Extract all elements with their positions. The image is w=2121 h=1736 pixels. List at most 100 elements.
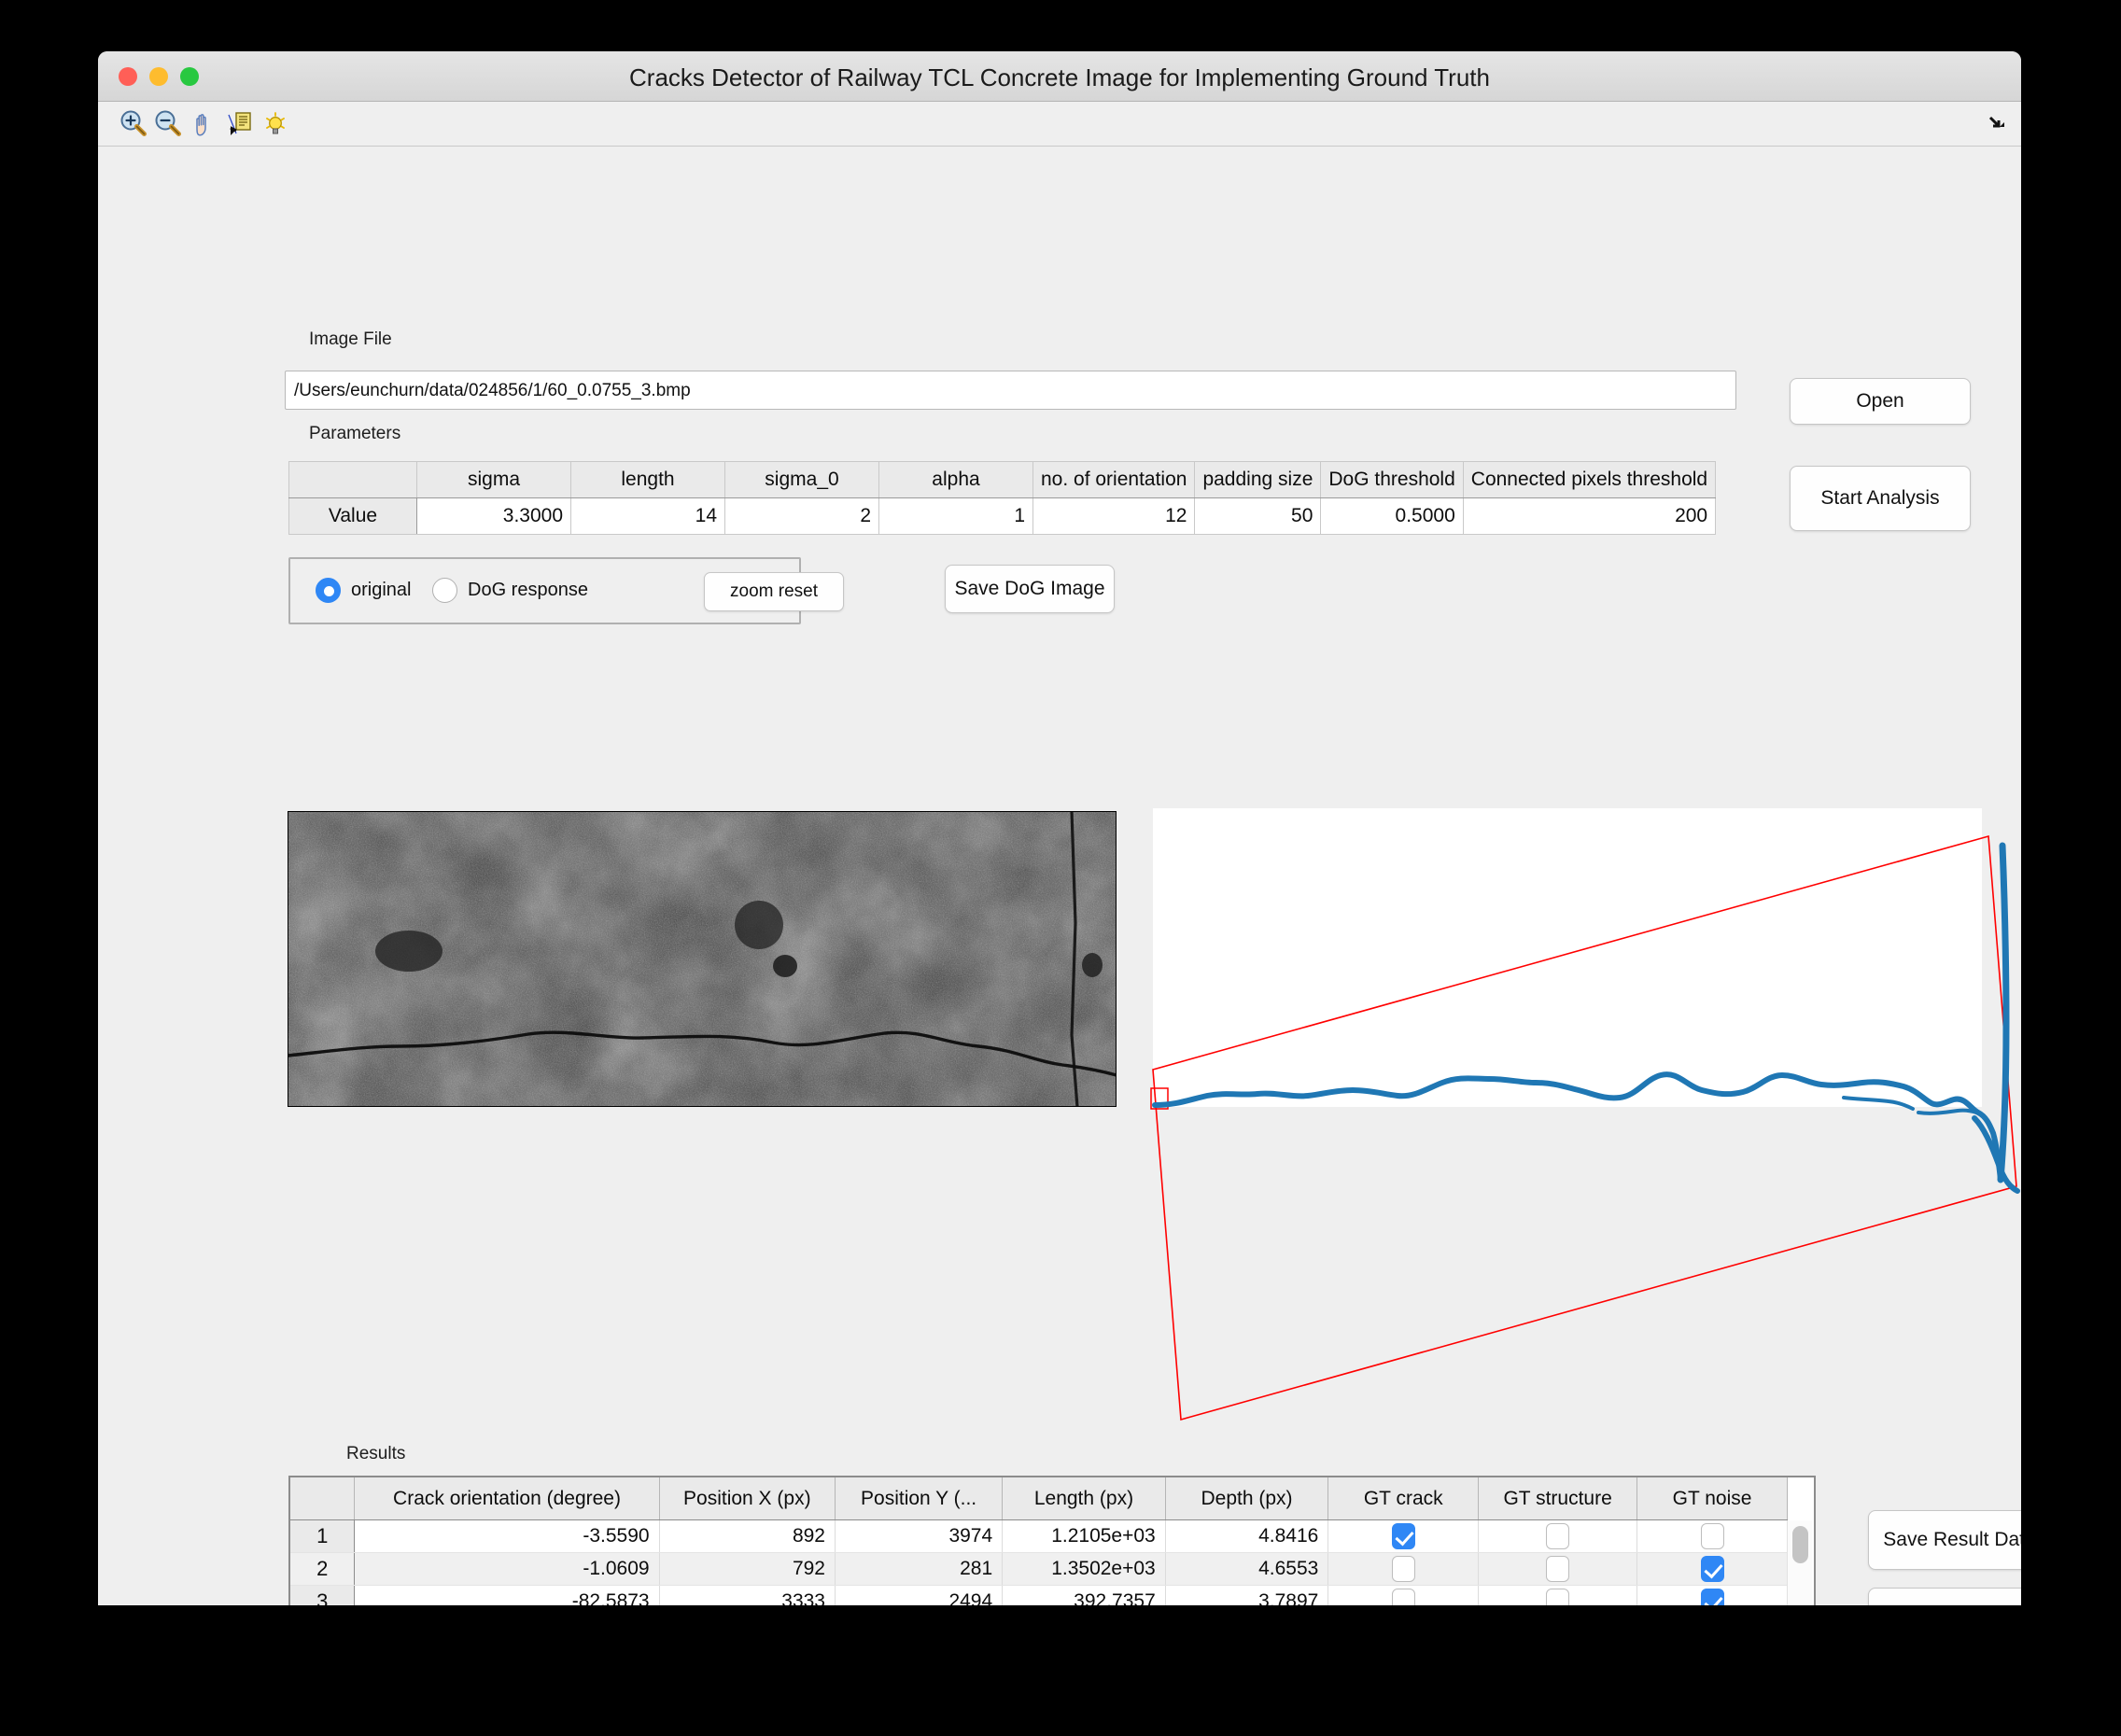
results-label: Results [346,1444,406,1463]
cell-gt-noise[interactable] [1636,1519,1788,1553]
parameters-col-padding[interactable]: padding size [1194,461,1322,498]
parameters-value-sigma[interactable]: 3.3000 [416,497,571,535]
results-col-gt-structure[interactable]: GT structure [1478,1477,1638,1520]
cell-depth[interactable]: 3.7897 [1165,1585,1329,1605]
cell-length[interactable]: 392.7357 [1002,1585,1166,1605]
parameters-value-padding[interactable]: 50 [1194,497,1322,535]
zoom-in-icon[interactable] [117,107,150,141]
window-title: Cracks Detector of Railway TCL Concrete … [629,63,1490,91]
cell-gt-noise[interactable] [1636,1585,1788,1605]
results-col-length[interactable]: Length (px) [1002,1477,1166,1520]
cell-length[interactable]: 1.2105e+03 [1002,1519,1166,1553]
cell-gt-structure[interactable] [1478,1552,1638,1586]
gt-noise-checkbox[interactable] [1700,1589,1724,1605]
cell-position-y[interactable]: 281 [835,1552,1004,1586]
cell-orientation[interactable]: -82.5873 [354,1585,660,1605]
parameters-col-sigma0[interactable]: sigma_0 [724,461,879,498]
cell-depth[interactable]: 4.8416 [1165,1519,1329,1553]
gt-crack-checkbox[interactable] [1391,1589,1415,1605]
results-body: 1 -3.5590 892 3974 1.2105e+03 4.8416 2 -… [290,1519,1788,1605]
gt-crack-checkbox[interactable] [1391,1523,1415,1549]
radio-dog-response[interactable]: DoG response [432,578,588,603]
overflow-arrow-icon[interactable] [1988,113,2008,133]
crack-result-plot [1150,808,2020,1421]
row-index: 3 [290,1585,356,1605]
parameters-col-orientations[interactable]: no. of orientation [1032,461,1196,498]
table-row[interactable]: 3 -82.5873 3333 2494 392.7357 3.7897 [290,1585,1788,1605]
cell-position-y[interactable]: 2494 [835,1585,1004,1605]
parameters-value-sigma0[interactable]: 2 [724,497,879,535]
image-file-path-input[interactable]: /Users/eunchurn/data/024856/1/60_0.0755_… [285,371,1736,410]
radio-original-indicator[interactable] [316,578,341,603]
lightbulb-icon[interactable] [259,107,292,141]
cell-position-x[interactable]: 892 [659,1519,836,1553]
results-col-gt-crack[interactable]: GT crack [1327,1477,1480,1520]
main-content: Image File /Users/eunchurn/data/024856/1… [98,147,2021,1605]
data-cursor-icon[interactable] [222,107,256,141]
gt-structure-checkbox[interactable] [1546,1556,1570,1582]
table-row[interactable]: 2 -1.0609 792 281 1.3502e+03 4.6553 [290,1552,1788,1586]
save-result-image-button[interactable]: Save Result Image [1868,1588,2021,1605]
parameters-col-length[interactable]: length [570,461,725,498]
parameters-value-alpha[interactable]: 1 [878,497,1033,535]
cell-position-y[interactable]: 3974 [835,1519,1004,1553]
window-titlebar: Cracks Detector of Railway TCL Concrete … [98,51,2021,102]
results-table[interactable]: Crack orientation (degree) Position X (p… [290,1477,1788,1605]
radio-dog-response-label: DoG response [468,580,588,600]
app-window: Cracks Detector of Railway TCL Concrete … [98,51,2021,1605]
parameters-col-alpha[interactable]: alpha [878,461,1033,498]
detected-vertical-crack [1997,842,2010,1183]
results-col-gt-noise[interactable]: GT noise [1636,1477,1788,1520]
cell-length[interactable]: 1.3502e+03 [1002,1552,1166,1586]
zoom-out-icon[interactable] [151,107,185,141]
results-vertical-scrollbar[interactable] [1787,1520,1812,1605]
results-col-position-y[interactable]: Position Y (... [835,1477,1004,1520]
save-result-data-button[interactable]: Save Result Data [1868,1510,2021,1570]
gt-noise-checkbox[interactable] [1700,1556,1724,1582]
save-dog-image-button[interactable]: Save DoG Image [945,565,1115,613]
cell-gt-crack[interactable] [1327,1585,1480,1605]
cell-gt-crack[interactable] [1327,1519,1480,1553]
cell-depth[interactable]: 4.6553 [1165,1552,1329,1586]
radio-dog-response-indicator[interactable] [432,578,457,603]
results-scrollbar-thumb[interactable] [1792,1526,1808,1563]
radio-original[interactable]: original [316,578,411,603]
results-col-position-x[interactable]: Position X (px) [659,1477,836,1520]
gt-noise-checkbox[interactable] [1700,1523,1724,1549]
row-index: 1 [290,1519,356,1553]
crack-result-axes[interactable] [1150,808,2020,1421]
parameters-label: Parameters [309,424,401,443]
pan-hand-icon[interactable] [187,107,220,141]
table-row[interactable]: 1 -3.5590 892 3974 1.2105e+03 4.8416 [290,1519,1788,1553]
parameters-value-row: Value 3.3000 14 2 1 12 50 0.5000 200 [288,497,1717,535]
cell-position-x[interactable]: 3333 [659,1585,836,1605]
display-mode-panel: original DoG response zoom reset [288,557,844,624]
gt-crack-checkbox[interactable] [1391,1556,1415,1582]
start-analysis-button[interactable]: Start Analysis [1790,466,1971,531]
cell-position-x[interactable]: 792 [659,1552,836,1586]
zoom-reset-button[interactable]: zoom reset [704,572,844,611]
parameters-value-orientations[interactable]: 12 [1032,497,1196,535]
results-col-orientation[interactable]: Crack orientation (degree) [354,1477,660,1520]
parameters-col-dog-threshold[interactable]: DoG threshold [1320,461,1464,498]
cell-gt-structure[interactable] [1478,1519,1638,1553]
parameters-col-connected-threshold[interactable]: Connected pixels threshold [1462,461,1717,498]
parameters-value-length[interactable]: 14 [570,497,725,535]
cell-gt-structure[interactable] [1478,1585,1638,1605]
open-button[interactable]: Open [1790,378,1971,425]
parameters-value-connected-threshold[interactable]: 200 [1462,497,1717,535]
parameters-value-dog-threshold[interactable]: 0.5000 [1320,497,1464,535]
results-header-row: Crack orientation (degree) Position X (p… [290,1477,1788,1520]
cell-gt-noise[interactable] [1636,1552,1788,1586]
results-table-container[interactable]: Crack orientation (degree) Position X (p… [288,1476,1816,1605]
cell-orientation[interactable]: -1.0609 [354,1552,660,1586]
cell-gt-crack[interactable] [1327,1552,1480,1586]
results-col-depth[interactable]: Depth (px) [1165,1477,1329,1520]
parameters-col-sigma[interactable]: sigma [416,461,571,498]
gt-structure-checkbox[interactable] [1546,1589,1570,1605]
radio-original-label: original [351,580,412,600]
cell-orientation[interactable]: -3.5590 [354,1519,660,1553]
parameters-table[interactable]: sigma length sigma_0 alpha no. of orient… [288,461,1717,535]
gt-structure-checkbox[interactable] [1546,1523,1570,1549]
detected-crack-segment-b [1917,1108,1978,1115]
